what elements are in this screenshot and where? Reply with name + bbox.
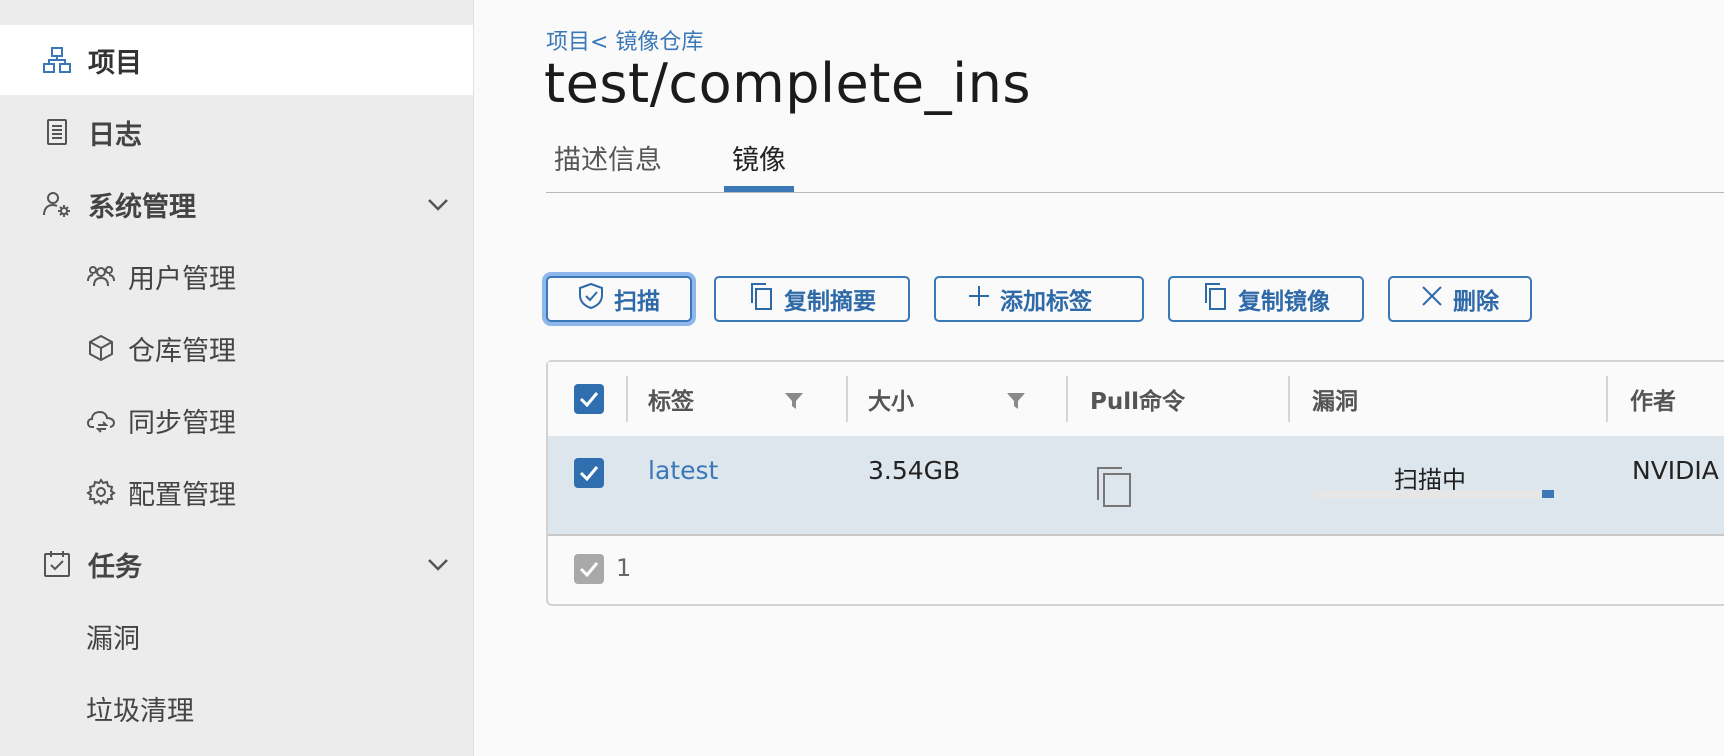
project-icon <box>42 45 72 75</box>
copy-icon <box>1202 281 1228 317</box>
sidebar-item-tasks[interactable]: 任务 <box>0 529 473 599</box>
select-all-checkbox[interactable] <box>574 384 604 414</box>
sidebar-item-users[interactable]: 用户管理 <box>0 241 473 311</box>
sidebar: 项目 日志 系统管理 用户管理 仓库管理 同步管理 配置管理 任务 漏洞 垃圾清… <box>0 0 474 756</box>
sidebar-item-gc[interactable]: 垃圾清理 <box>0 673 473 743</box>
copy-icon[interactable] <box>1094 464 1134 516</box>
tag-link[interactable]: latest <box>648 456 718 485</box>
column-divider <box>1066 376 1068 422</box>
sidebar-item-label: 漏洞 <box>86 623 140 655</box>
chevron-down-icon[interactable] <box>425 551 451 577</box>
scan-progress-fill <box>1542 490 1554 498</box>
tab-images[interactable]: 镜像 <box>724 142 794 192</box>
scan-button-label: 扫描 <box>614 289 660 315</box>
column-divider <box>846 376 848 422</box>
filter-icon[interactable] <box>784 392 804 410</box>
sidebar-item-replication[interactable]: 同步管理 <box>0 385 473 455</box>
add-label-button[interactable]: 添加标签 <box>934 276 1144 322</box>
sidebar-item-projects[interactable]: 项目 <box>0 25 473 95</box>
column-header-vulnerability[interactable]: 漏洞 <box>1312 362 1358 436</box>
plus-icon <box>968 285 990 313</box>
copy-icon <box>748 281 774 317</box>
size-value: 3.54GB <box>868 456 961 485</box>
tab-description[interactable]: 描述信息 <box>546 142 670 190</box>
table-header: 标签 大小 Pull命令 漏洞 作者 <box>548 362 1724 438</box>
admin-icon <box>42 189 72 219</box>
sidebar-item-registries[interactable]: 仓库管理 <box>0 313 473 383</box>
column-divider <box>1288 376 1290 422</box>
copy-image-label: 复制镜像 <box>1238 289 1330 315</box>
shield-icon <box>578 282 604 316</box>
tab-bar: 描述信息 镜像 <box>546 138 1724 193</box>
close-icon <box>1421 285 1443 313</box>
sidebar-item-label: 日志 <box>88 119 142 151</box>
sidebar-item-label: 项目 <box>88 47 142 79</box>
sidebar-item-admin[interactable]: 系统管理 <box>0 169 473 239</box>
column-header-tag[interactable]: 标签 <box>648 362 694 436</box>
page-title: test/complete_ins <box>544 52 1031 115</box>
column-header-pull-command: Pull命令 <box>1090 389 1185 415</box>
log-icon <box>42 117 72 147</box>
sidebar-item-label: 系统管理 <box>88 191 196 223</box>
delete-label: 删除 <box>1453 289 1499 315</box>
sidebar-item-label: 仓库管理 <box>128 335 236 367</box>
task-icon <box>42 549 72 579</box>
sidebar-item-config[interactable]: 配置管理 <box>0 457 473 527</box>
column-header-author[interactable]: 作者 <box>1630 362 1676 436</box>
sidebar-item-label: 任务 <box>88 551 142 583</box>
selected-count: 1 <box>616 554 632 582</box>
sidebar-item-vulnerability[interactable]: 漏洞 <box>0 601 473 671</box>
sidebar-item-logs[interactable]: 日志 <box>0 97 473 167</box>
gear-icon <box>86 477 116 507</box>
sidebar-item-label: 用户管理 <box>128 263 236 295</box>
table-row[interactable]: latest 3.54GB 扫描中 NVIDIA <box>548 436 1724 536</box>
delete-button[interactable]: 删除 <box>1388 276 1532 322</box>
copy-digest-button[interactable]: 复制摘要 <box>714 276 910 322</box>
copy-digest-label: 复制摘要 <box>784 289 876 315</box>
sidebar-item-label: 配置管理 <box>128 479 236 511</box>
add-label-label: 添加标签 <box>1000 289 1092 315</box>
copy-image-button[interactable]: 复制镜像 <box>1168 276 1364 322</box>
column-divider <box>1606 376 1608 422</box>
cloud-sync-icon <box>86 405 116 435</box>
images-table: 标签 大小 Pull命令 漏洞 作者 latest 3.54GB 扫描中 NVI… <box>546 360 1724 606</box>
column-divider <box>626 376 628 422</box>
users-icon <box>86 261 116 291</box>
box-icon <box>86 333 116 363</box>
filter-icon[interactable] <box>1006 392 1026 410</box>
footer-select-checkbox[interactable] <box>574 554 604 584</box>
row-checkbox[interactable] <box>574 458 604 488</box>
sidebar-item-label: 同步管理 <box>128 407 236 439</box>
scan-button[interactable]: 扫描 <box>546 276 692 322</box>
column-header-size[interactable]: 大小 <box>868 362 914 436</box>
chevron-down-icon[interactable] <box>425 191 451 217</box>
author-value: NVIDIA <box>1632 456 1719 485</box>
table-footer: 1 <box>548 536 1724 604</box>
scan-progress-bar <box>1314 490 1554 498</box>
sidebar-item-label: 垃圾清理 <box>86 695 194 727</box>
